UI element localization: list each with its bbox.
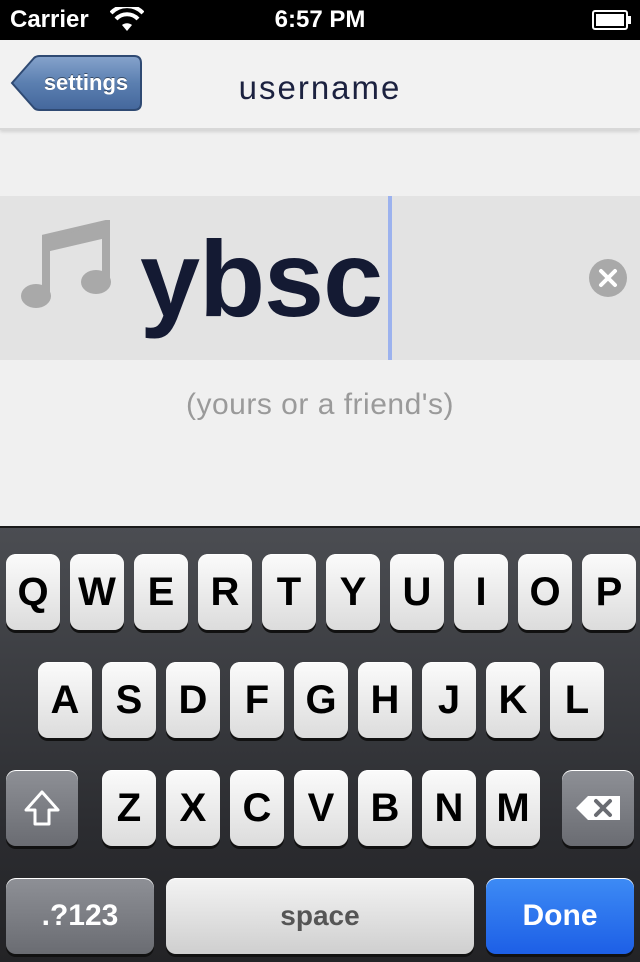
key-q[interactable]: Q xyxy=(6,554,60,630)
back-button[interactable]: settings xyxy=(10,55,142,111)
key-z[interactable]: Z xyxy=(102,770,156,846)
delete-key[interactable] xyxy=(562,770,634,846)
key-v[interactable]: V xyxy=(294,770,348,846)
key-b[interactable]: B xyxy=(358,770,412,846)
back-button-label: settings xyxy=(43,70,129,95)
key-p[interactable]: P xyxy=(582,554,636,630)
key-l[interactable]: L xyxy=(550,662,604,738)
status-bar: Carrier 6:57 PM xyxy=(0,0,640,40)
key-h[interactable]: H xyxy=(358,662,412,738)
shift-key[interactable] xyxy=(6,770,78,846)
key-d[interactable]: D xyxy=(166,662,220,738)
shift-icon xyxy=(24,790,60,826)
key-o[interactable]: O xyxy=(518,554,572,630)
clear-icon xyxy=(599,269,617,287)
key-i[interactable]: I xyxy=(454,554,508,630)
keyboard: Q W E R T Y U I O P A S D F G H J K L Z … xyxy=(0,526,640,962)
key-w[interactable]: W xyxy=(70,554,124,630)
numbers-key[interactable]: .?123 xyxy=(6,878,154,954)
clock: 6:57 PM xyxy=(274,6,366,33)
username-field-row xyxy=(0,196,640,360)
navigation-bar: settings username xyxy=(0,40,640,130)
key-x[interactable]: X xyxy=(166,770,220,846)
key-n[interactable]: N xyxy=(422,770,476,846)
key-f[interactable]: F xyxy=(230,662,284,738)
text-cursor xyxy=(388,196,392,360)
music-note-icon xyxy=(21,220,111,308)
key-s[interactable]: S xyxy=(102,662,156,738)
page-title: username xyxy=(238,69,402,106)
key-a[interactable]: A xyxy=(38,662,92,738)
battery-icon xyxy=(592,10,631,30)
key-j[interactable]: J xyxy=(422,662,476,738)
key-m[interactable]: M xyxy=(486,770,540,846)
space-key[interactable]: space xyxy=(166,878,474,954)
key-k[interactable]: K xyxy=(486,662,540,738)
username-input[interactable] xyxy=(140,196,580,360)
key-g[interactable]: G xyxy=(294,662,348,738)
key-e[interactable]: E xyxy=(134,554,188,630)
key-u[interactable]: U xyxy=(390,554,444,630)
clear-input-button[interactable] xyxy=(589,259,627,297)
backspace-icon xyxy=(576,796,620,820)
key-t[interactable]: T xyxy=(262,554,316,630)
key-c[interactable]: C xyxy=(230,770,284,846)
key-y[interactable]: Y xyxy=(326,554,380,630)
hint-text: (yours or a friend's) xyxy=(186,388,454,421)
done-key[interactable]: Done xyxy=(486,878,634,954)
key-r[interactable]: R xyxy=(198,554,252,630)
